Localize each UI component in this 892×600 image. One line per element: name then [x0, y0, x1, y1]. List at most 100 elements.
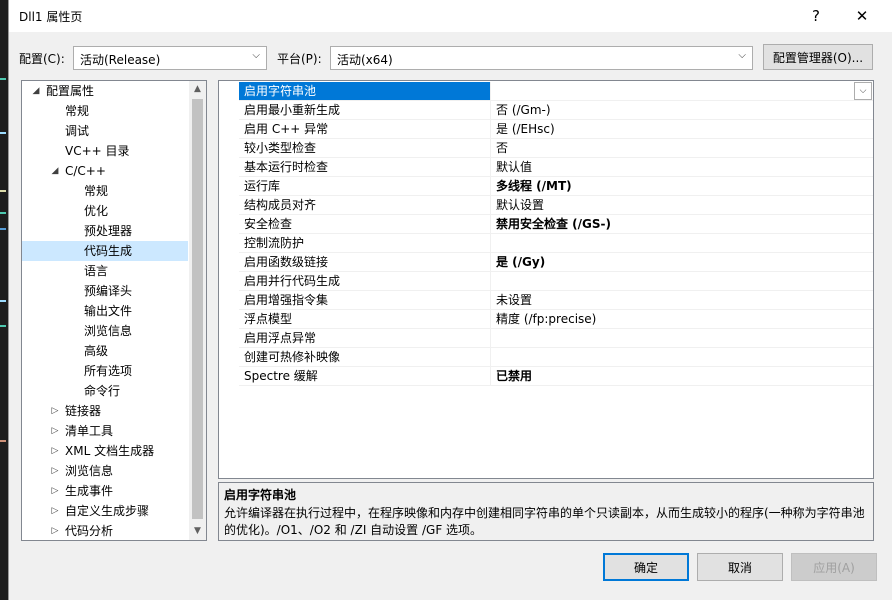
property-row[interactable]: 基本运行时检查 默认值 — [239, 158, 873, 177]
tree-item[interactable]: 预处理器 — [22, 221, 188, 241]
property-value[interactable]: 禁用安全检查 (/GS-) — [492, 215, 872, 233]
property-row[interactable]: 启用字符串池 ⌵ — [239, 82, 873, 101]
configuration-label: 配置(C): — [19, 52, 65, 66]
tree-item[interactable]: ▷ 自定义生成步骤 — [22, 501, 188, 521]
configuration-value: 活动(Release) — [80, 53, 161, 67]
cancel-button[interactable]: 取消 — [697, 553, 783, 581]
property-value[interactable]: 多线程 (/MT) — [492, 177, 872, 195]
tree-scrollbar[interactable]: ▲ ▼ — [189, 81, 206, 540]
configuration-row: 配置(C): 活动(Release) ⌵ 平台(P): 活动(x64) ⌵ 配置… — [9, 44, 892, 70]
platform-label: 平台(P): — [277, 52, 322, 66]
property-row[interactable]: 启用 C++ 异常是 (/EHsc) — [239, 120, 873, 139]
tree-item[interactable]: 代码生成 — [22, 241, 188, 261]
property-name: 启用浮点异常 — [239, 329, 491, 347]
description-panel: 启用字符串池 允许编译器在执行过程中，在程序映像和内存中创建相同字符串的单个只读… — [218, 482, 874, 541]
chevron-down-icon[interactable]: ⌵ — [854, 82, 872, 100]
tree-item[interactable]: ◢ C/C++ — [22, 161, 188, 181]
property-name: 基本运行时检查 — [239, 158, 491, 176]
property-value[interactable] — [492, 329, 872, 347]
property-row[interactable]: 启用最小重新生成否 (/Gm-) — [239, 101, 873, 120]
tree-item[interactable]: ▷ 浏览信息 — [22, 461, 188, 481]
property-name: 运行库 — [239, 177, 491, 195]
property-row[interactable]: 启用并行代码生成 — [239, 272, 873, 291]
property-value[interactable] — [492, 82, 872, 100]
property-value[interactable] — [492, 348, 872, 366]
tree-item-label: C/C++ — [65, 164, 106, 178]
tree-item[interactable]: VC++ 目录 — [22, 141, 188, 161]
tree-item[interactable]: 调试 — [22, 121, 188, 141]
tree-item[interactable]: 所有选项 — [22, 361, 188, 381]
property-row[interactable]: 结构成员对齐 默认设置 — [239, 196, 873, 215]
property-row[interactable]: 启用浮点异常 — [239, 329, 873, 348]
tree-item-label: 代码分析 — [65, 524, 114, 538]
property-name: 启用增强指令集 — [239, 291, 491, 309]
property-value[interactable]: 否 (/Gm-) — [492, 101, 872, 119]
property-name: 浮点模型 — [239, 310, 491, 328]
tree-item[interactable]: 命令行 — [22, 381, 188, 401]
property-row[interactable]: 启用函数级链接是 (/Gy) — [239, 253, 873, 272]
tree-item-label: 常规 — [84, 184, 109, 198]
property-grid[interactable]: 启用字符串池 ⌵ 启用最小重新生成否 (/Gm-) 启用 C++ 异常是 (/EHsc… — [218, 80, 874, 479]
scroll-down-icon[interactable]: ▼ — [189, 523, 206, 540]
scrollbar-thumb[interactable] — [192, 99, 203, 519]
collapsed-arrow-icon[interactable]: ▷ — [49, 501, 61, 521]
tree-item[interactable]: ▷ XML 文档生成器 — [22, 441, 188, 461]
property-value[interactable]: 默认值 — [492, 158, 872, 176]
tree-item-label: 预处理器 — [84, 224, 133, 238]
property-row[interactable]: 启用增强指令集 未设置 — [239, 291, 873, 310]
tree-item[interactable]: ▷ 代码分析 — [22, 521, 188, 540]
collapsed-arrow-icon[interactable]: ▷ — [49, 441, 61, 461]
help-button[interactable]: ? — [793, 0, 839, 32]
collapsed-arrow-icon[interactable]: ▷ — [49, 521, 61, 540]
ok-button[interactable]: 确定 — [603, 553, 689, 581]
property-row[interactable]: 创建可热修补映像 — [239, 348, 873, 367]
property-row[interactable]: Spectre 缓解 已禁用 — [239, 367, 873, 386]
configuration-combo[interactable]: 活动(Release) ⌵ — [73, 46, 267, 70]
collapsed-arrow-icon[interactable]: ▷ — [49, 421, 61, 441]
property-value[interactable] — [492, 272, 872, 290]
tree-item-label: 高级 — [84, 344, 109, 358]
property-value[interactable]: 是 (/Gy) — [492, 253, 872, 271]
tree-item[interactable]: 浏览信息 — [22, 321, 188, 341]
scroll-up-icon[interactable]: ▲ — [189, 81, 206, 98]
tree-item[interactable]: 优化 — [22, 201, 188, 221]
platform-combo[interactable]: 活动(x64) ⌵ — [330, 46, 753, 70]
tree-item-label: 语言 — [84, 264, 109, 278]
tree-item[interactable]: ▷ 生成事件 — [22, 481, 188, 501]
tree-item[interactable]: 语言 — [22, 261, 188, 281]
collapsed-arrow-icon[interactable]: ▷ — [49, 401, 61, 421]
property-value[interactable]: 已禁用 — [492, 367, 872, 385]
tree-item[interactable]: 高级 — [22, 341, 188, 361]
configuration-manager-button[interactable]: 配置管理器(O)... — [763, 44, 873, 70]
property-value[interactable] — [492, 234, 872, 252]
expanded-arrow-icon[interactable]: ◢ — [30, 81, 42, 101]
property-value[interactable]: 是 (/EHsc) — [492, 120, 872, 138]
tree-item[interactable]: 输出文件 — [22, 301, 188, 321]
title-bar: Dll1 属性页 ? ✕ — [9, 0, 892, 32]
tree-item[interactable]: ◢ 配置属性 — [22, 81, 188, 101]
property-value[interactable]: 默认设置 — [492, 196, 872, 214]
property-value[interactable]: 否 — [492, 139, 872, 157]
property-row[interactable]: 运行库 多线程 (/MT) — [239, 177, 873, 196]
tree-item[interactable]: 常规 — [22, 101, 188, 121]
property-value[interactable]: 精度 (/fp:precise) — [492, 310, 872, 328]
tree-item[interactable]: ▷ 清单工具 — [22, 421, 188, 441]
tree-item[interactable]: 预编译头 — [22, 281, 188, 301]
close-button[interactable]: ✕ — [839, 0, 885, 32]
category-tree[interactable]: ◢ 配置属性 常规 调试 VC++ 目录 ◢ C/C++ 常规 优化 预处理器 代码生成 语言 预编译头… — [21, 80, 207, 541]
property-value[interactable]: 未设置 — [492, 291, 872, 309]
collapsed-arrow-icon[interactable]: ▷ — [49, 461, 61, 481]
collapsed-arrow-icon[interactable]: ▷ — [49, 481, 61, 501]
expanded-arrow-icon[interactable]: ◢ — [49, 161, 61, 181]
property-row[interactable]: 浮点模型 精度 (/fp:precise) — [239, 310, 873, 329]
property-row[interactable]: 控制流防护 — [239, 234, 873, 253]
apply-button[interactable]: 应用(A) — [791, 553, 877, 581]
tree-item-label: 所有选项 — [84, 364, 133, 378]
property-row[interactable]: 安全检查 禁用安全检查 (/GS-) — [239, 215, 873, 234]
description-title: 启用字符串池 — [224, 488, 297, 502]
property-name: 启用函数级链接 — [239, 253, 491, 271]
property-row[interactable]: 较小类型检查否 — [239, 139, 873, 158]
tree-item-label: 浏览信息 — [84, 324, 133, 338]
tree-item[interactable]: 常规 — [22, 181, 188, 201]
tree-item[interactable]: ▷ 链接器 — [22, 401, 188, 421]
